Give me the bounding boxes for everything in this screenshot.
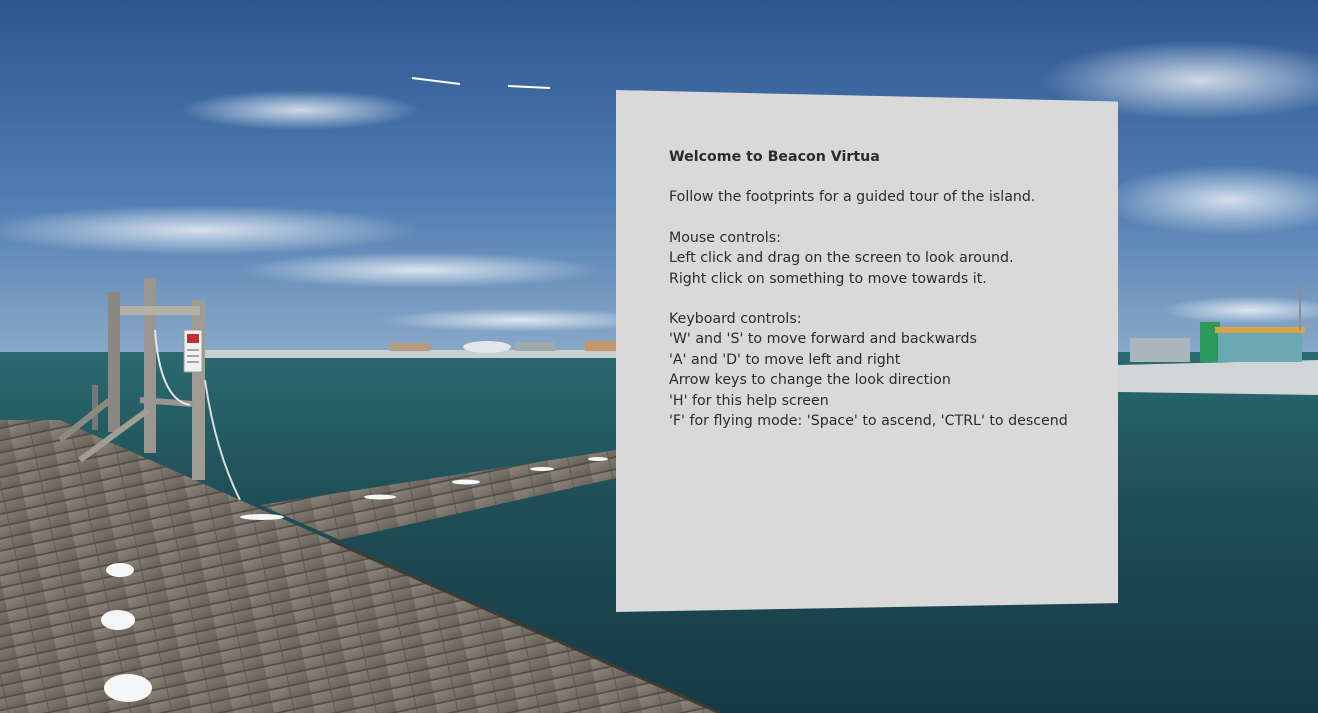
keyboard-control-line: 'H' for this help screen — [669, 392, 829, 409]
footprint-marker[interactable] — [530, 467, 554, 471]
footprint-marker[interactable] — [104, 674, 152, 702]
footprint-marker[interactable] — [106, 563, 134, 577]
mouse-control-line: Left click and drag on the screen to loo… — [669, 250, 1014, 267]
keyboard-control-line: 'F' for flying mode: 'Space' to ascend, … — [669, 413, 1068, 430]
mouse-controls-section: Mouse controls: Left click and drag on t… — [669, 228, 1089, 289]
footprint-marker[interactable] — [364, 494, 396, 500]
help-intro: Follow the footprints for a guided tour … — [669, 189, 1036, 206]
help-panel: Welcome to Beacon Virtua Follow the foot… — [616, 90, 1118, 612]
footprint-marker[interactable] — [101, 610, 135, 630]
help-title: Welcome to Beacon Virtua — [669, 149, 880, 165]
keyboard-control-line: 'W' and 'S' to move forward and backward… — [669, 331, 977, 348]
footprint-marker[interactable] — [588, 457, 608, 461]
keyboard-controls-section: Keyboard controls: 'W' and 'S' to move f… — [669, 309, 1089, 431]
game-viewport[interactable]: Welcome to Beacon Virtua Follow the foot… — [0, 0, 1318, 713]
keyboard-control-line: 'A' and 'D' to move left and right — [669, 351, 901, 368]
help-content: Welcome to Beacon Virtua Follow the foot… — [669, 147, 1089, 451]
keyboard-controls-heading: Keyboard controls: — [669, 311, 802, 328]
footprint-marker[interactable] — [240, 514, 284, 520]
mouse-controls-heading: Mouse controls: — [669, 229, 781, 246]
warning-sign — [183, 329, 203, 373]
keyboard-control-line: Arrow keys to change the look direction — [669, 372, 951, 389]
footprint-marker[interactable] — [452, 479, 480, 485]
mouse-control-line: Right click on something to move towards… — [669, 270, 987, 287]
